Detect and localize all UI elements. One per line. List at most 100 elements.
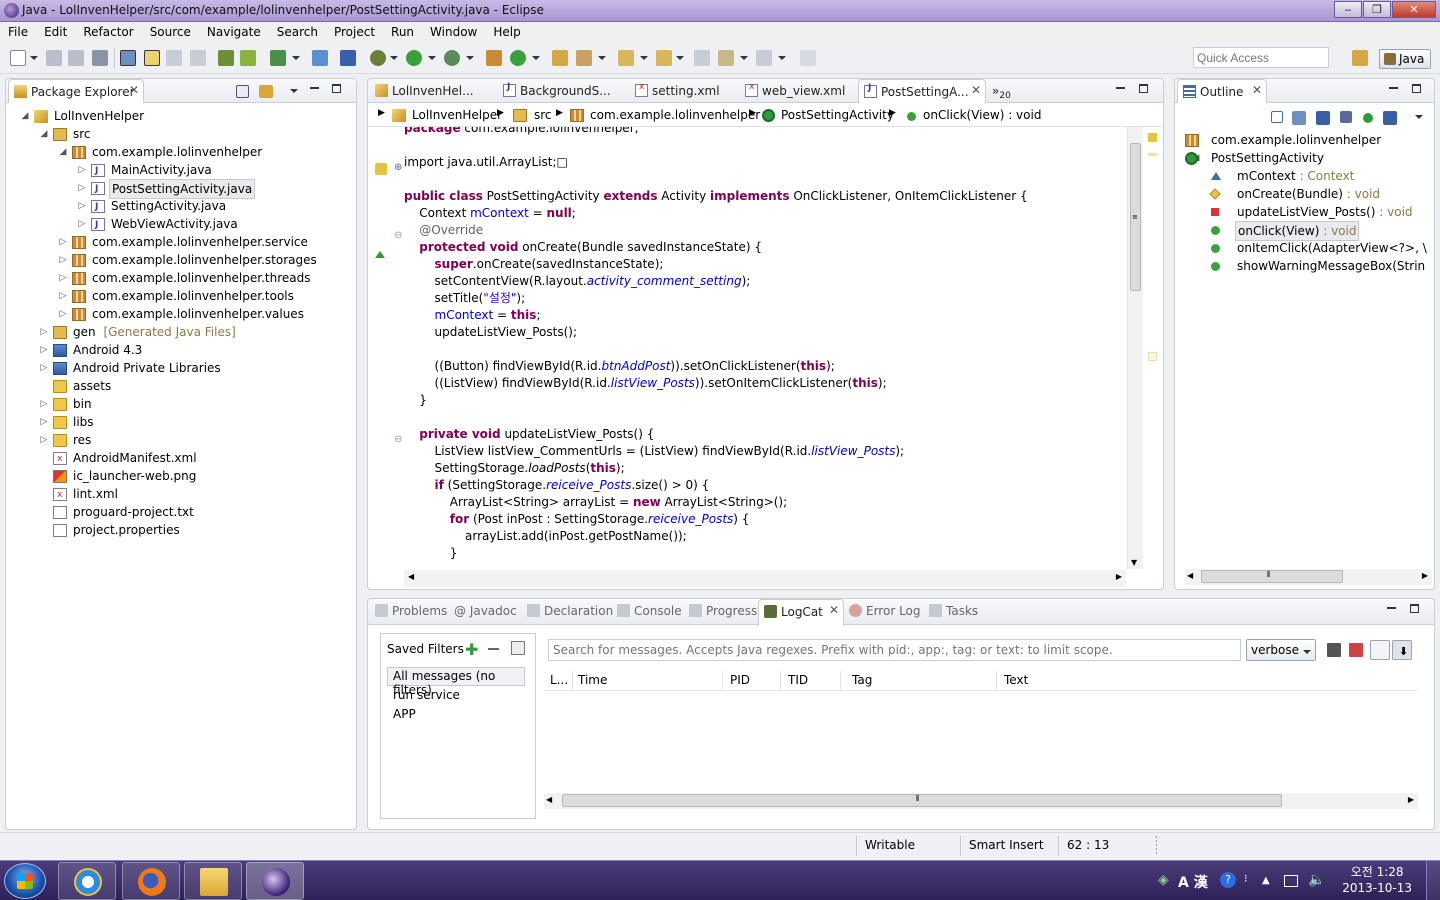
tab-declaration[interactable]: Declaration — [522, 599, 614, 623]
language-icon[interactable]: ◈ — [1158, 872, 1169, 888]
scroll-right-icon[interactable]: ▶ — [1422, 571, 1428, 580]
collapse-fold-icon[interactable]: ⊖ — [394, 434, 402, 445]
network-icon[interactable] — [1284, 875, 1298, 887]
tree-item[interactable]: ▷ com.example.lolinvenhelper.tools — [6, 287, 356, 305]
android-sdk-manager-icon[interactable] — [218, 50, 234, 66]
log-level-select[interactable]: verbose — [1246, 639, 1316, 661]
expand-arrow-icon[interactable]: ▷ — [39, 431, 49, 449]
overview-warning-icon[interactable] — [1148, 133, 1157, 142]
menu-window[interactable]: Window — [422, 22, 485, 42]
lint-check-icon[interactable] — [270, 50, 286, 66]
open-type-icon[interactable] — [552, 50, 568, 66]
run-dropdown-icon[interactable] — [428, 56, 436, 60]
quick-access-input[interactable] — [1193, 47, 1329, 68]
tree-item[interactable]: ▷ res — [6, 431, 356, 449]
restore-button[interactable]: ❐ — [1363, 1, 1391, 18]
menu-edit[interactable]: Edit — [36, 22, 75, 42]
expand-fold-icon[interactable]: ⊕ — [394, 162, 402, 173]
save-icon[interactable] — [46, 50, 62, 66]
tree-item[interactable]: ▷ WebViewActivity.java — [6, 215, 356, 234]
tab-setting-xml[interactable]: setting.xml — [630, 79, 740, 103]
tab-javadoc[interactable]: @ Javadoc — [448, 599, 522, 623]
expand-arrow-icon[interactable]: ▷ — [39, 395, 49, 413]
col-pid[interactable]: PID — [730, 673, 750, 687]
tree-item[interactable]: ▷ Android 4.3 — [6, 341, 356, 359]
expand-arrow-icon[interactable]: ▷ — [39, 359, 49, 377]
tree-item[interactable]: ▷ bin — [6, 395, 356, 413]
back-icon[interactable] — [718, 50, 734, 66]
save-log-icon[interactable] — [1324, 640, 1344, 660]
external-tools-dropdown-icon[interactable] — [466, 56, 474, 60]
tree-item[interactable]: ▷ SettingActivity.java — [6, 197, 356, 216]
tree-item[interactable]: ▷ MainActivity.java — [6, 161, 356, 180]
minimize-button[interactable]: ‒ — [1334, 1, 1362, 18]
scroll-right-icon[interactable]: ▶ — [1408, 795, 1414, 804]
ime-options-icon[interactable]: ⁝ — [1244, 872, 1248, 885]
scroll-right-icon[interactable]: ▶ — [1116, 572, 1122, 581]
scroll-thumb[interactable] — [562, 794, 1282, 807]
overview-marker-icon[interactable] — [1148, 153, 1157, 156]
expand-arrow-icon[interactable]: ▷ — [58, 233, 68, 251]
hide-static-icon[interactable] — [1340, 111, 1352, 123]
toggle-filters-pane-icon[interactable] — [1370, 640, 1390, 660]
start-button[interactable] — [4, 863, 46, 899]
collapse-arrow-icon[interactable]: ◢ — [39, 125, 49, 143]
outline-horizontal-scrollbar[interactable]: ◀ ⦀ ▶ — [1185, 569, 1432, 585]
taskbar-eclipse[interactable] — [246, 862, 304, 900]
last-edit-location-icon[interactable] — [694, 50, 710, 66]
hide-fields-icon[interactable] — [1316, 111, 1330, 125]
expand-arrow-icon[interactable]: ▷ — [77, 197, 87, 215]
tree-item[interactable]: project.properties — [6, 521, 356, 539]
sort-icon[interactable] — [1292, 111, 1306, 125]
tab-lolinvenhelper[interactable]: LolInvenHel... — [370, 79, 496, 103]
code-area[interactable]: package com.example.lolinvenhelper; impor… — [404, 127, 1126, 569]
tree-item[interactable]: AndroidManifest.xml — [6, 449, 356, 468]
view-menu-icon[interactable] — [1415, 115, 1423, 119]
col-text[interactable]: Text — [1004, 673, 1028, 687]
next-annotation-dropdown-icon[interactable] — [640, 56, 648, 60]
next-annotation-icon[interactable] — [618, 50, 634, 66]
scroll-left-icon[interactable]: ◀ — [408, 572, 414, 581]
lint-dropdown-icon[interactable] — [292, 56, 300, 60]
tree-item[interactable]: ◢ com.example.lolinvenhelper — [6, 143, 356, 161]
pin-editor-icon[interactable] — [800, 50, 816, 66]
android-avd-manager-icon[interactable] — [240, 50, 256, 66]
collapse-all-icon[interactable] — [1271, 111, 1283, 123]
scroll-down-icon[interactable]: ▼ — [1131, 558, 1137, 567]
collapse-all-icon[interactable] — [236, 85, 249, 98]
outline-item[interactable]: onCreate(Bundle) : void — [1175, 185, 1434, 203]
remove-filter-icon[interactable] — [488, 648, 499, 650]
menu-search[interactable]: Search — [269, 22, 326, 42]
tree-item[interactable]: ▷ Android Private Libraries — [6, 359, 356, 377]
help-icon[interactable]: ? — [1220, 872, 1236, 888]
show-whitespace-icon[interactable] — [190, 50, 206, 66]
new-android-project-icon[interactable] — [312, 50, 328, 66]
outline-item[interactable]: mContext : Context — [1175, 167, 1434, 185]
close-tab-icon[interactable]: ✕ — [971, 83, 981, 97]
view-menu-icon[interactable] — [290, 89, 298, 93]
tree-item[interactable]: ▷ gen [Generated Java Files] — [6, 323, 356, 341]
menu-help[interactable]: Help — [485, 22, 528, 42]
edit-filter-icon[interactable] — [511, 641, 525, 655]
logcat-table-body[interactable] — [544, 691, 1418, 791]
volume-icon[interactable]: 🔈 — [1308, 872, 1325, 888]
close-tab-icon[interactable]: ✕ — [129, 83, 139, 97]
tab-backgrounds[interactable]: BackgroundS... — [498, 79, 628, 103]
menu-navigate[interactable]: Navigate — [199, 22, 269, 42]
debug-dropdown-icon[interactable] — [390, 56, 398, 60]
maximize-view-icon[interactable] — [332, 84, 341, 93]
expand-arrow-icon[interactable]: ▷ — [39, 413, 49, 431]
logcat-horizontal-scrollbar[interactable]: ◀ ⦀ ▶ — [544, 793, 1418, 809]
status-insert-mode[interactable]: Smart Insert — [969, 838, 1044, 852]
search-dropdown-icon[interactable] — [598, 56, 606, 60]
clear-log-icon[interactable] — [1346, 640, 1366, 660]
minimize-view-icon[interactable] — [1389, 87, 1398, 89]
tree-item[interactable]: ▷ libs — [6, 413, 356, 431]
new-class-dropdown-icon[interactable] — [532, 56, 540, 60]
show-desktop-button[interactable] — [1426, 861, 1440, 900]
scroll-left-icon[interactable]: ◀ — [1187, 571, 1193, 580]
tree-item[interactable]: ▷ com.example.lolinvenhelper.threads — [6, 269, 356, 287]
expand-arrow-icon[interactable]: ▷ — [77, 179, 87, 197]
close-tab-icon[interactable]: ✕ — [829, 603, 839, 617]
hide-nonpublic-icon[interactable] — [1363, 113, 1373, 123]
